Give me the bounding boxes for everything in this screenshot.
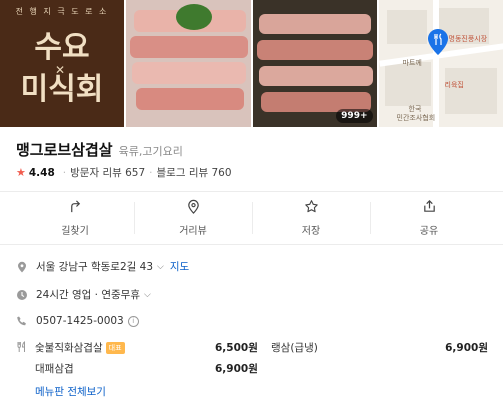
place-stats: ★ 4.48 · 방문자 리뷰 657 · 블로그 리뷰 760	[16, 165, 232, 180]
herb-garnish	[175, 4, 212, 30]
meat-slice	[257, 40, 373, 60]
meat-slice	[259, 66, 373, 86]
menu-item-name: 숯불직화삼겹살	[35, 342, 103, 354]
star-icon: ★	[16, 166, 26, 179]
menu-row-icon-wrap	[16, 341, 36, 353]
address-row: 서울 강남구 학동로2길 43 ⌵ 지도	[16, 259, 189, 274]
map-block	[444, 68, 497, 114]
clock-icon	[16, 289, 28, 301]
save-label: 저장	[301, 226, 321, 237]
map-label: 민간조사협회	[396, 114, 436, 122]
utensils-icon	[16, 341, 28, 353]
phone-number[interactable]: 0507-1425-0003	[36, 315, 124, 327]
info-icon[interactable]: i	[127, 315, 139, 327]
photo-count-badge: 999+	[336, 109, 373, 123]
action-bar: 길찾기 거리뷰 저장 공유	[16, 192, 488, 244]
logo-text-line1: 수요	[34, 30, 90, 65]
map-road	[432, 0, 439, 127]
blog-reviews-link[interactable]: 블로그 리뷰 760	[157, 165, 232, 180]
map-thumbnail[interactable]: 명동진풍시장 마트께 리육집 한국 민간조사협회	[378, 0, 503, 127]
menu-item-price: 6,900원	[445, 342, 488, 354]
menu-item[interactable]: 숯불직화삼겹살 대표	[35, 340, 125, 355]
menu-item-price: 6,900원	[215, 363, 258, 375]
meat-slice	[131, 62, 246, 84]
chevron-down-icon[interactable]: ⌵	[157, 262, 164, 272]
rating-value: 4.48	[28, 166, 55, 179]
meat-slice	[259, 14, 371, 34]
restaurant-logo-photo[interactable]: 전 행 지 극 도 로 소 수요 ✕ 미식회	[0, 0, 124, 127]
place-category: 육류,고기요리	[118, 145, 183, 158]
address-text[interactable]: 서울 강남구 학동로2길 43	[36, 259, 153, 274]
share-icon	[423, 200, 435, 212]
map-link[interactable]: 지도	[170, 259, 189, 274]
meat-photo-2[interactable]: 999+	[253, 0, 377, 127]
save-button[interactable]: 저장	[252, 192, 370, 244]
menu-item-name[interactable]: 랭삼(급냉)	[271, 340, 318, 355]
chevron-down-icon[interactable]: ⌵	[144, 290, 151, 300]
map-label: 마트께	[402, 59, 422, 67]
phone-row: 0507-1425-0003 i	[16, 315, 139, 327]
menu-item-row: 숯불직화삼겹살 대표 6,500원 랭삼(급냉) 6,900원	[35, 340, 490, 356]
street-view-label: 거리뷰	[179, 226, 207, 237]
logo-text-line2: 미식회	[20, 72, 104, 107]
place-title: 맹그로브삼겹살	[16, 141, 113, 159]
map-block	[384, 62, 431, 106]
separator-dot: ·	[149, 166, 153, 179]
location-icon	[16, 261, 28, 273]
directions-label: 길찾기	[61, 226, 89, 237]
place-header: 맹그로브삼겹살 육류,고기요리	[16, 139, 183, 160]
divider	[0, 244, 503, 245]
meat-photo-1[interactable]	[125, 0, 251, 127]
hours-row: 24시간 영업 · 연중무휴 ⌵	[16, 287, 151, 302]
share-label: 공유	[419, 226, 439, 237]
meat-slice	[129, 36, 248, 58]
menu-item-price: 6,500원	[215, 342, 258, 354]
full-menu-link[interactable]: 메뉴판 전체보기	[35, 384, 106, 399]
signature-badge: 대표	[105, 342, 125, 354]
photo-strip: 전 행 지 극 도 로 소 수요 ✕ 미식회 999+ 명동진풍시장 마트께 리…	[0, 0, 503, 127]
directions-icon	[70, 200, 80, 213]
map-label: 명동진풍시장	[448, 35, 488, 43]
meat-slice	[135, 88, 244, 110]
share-button[interactable]: 공유	[370, 192, 488, 244]
map-label: 리육집	[444, 81, 464, 89]
menu-item-name[interactable]: 대패삼겹	[35, 361, 74, 376]
star-outline-icon	[304, 200, 318, 213]
map-block	[386, 10, 427, 44]
directions-button[interactable]: 길찾기	[16, 192, 134, 244]
location-pin-icon	[187, 199, 199, 214]
visitor-reviews-link[interactable]: 방문자 리뷰 657	[70, 165, 145, 180]
phone-icon	[16, 315, 28, 327]
map-pin-icon[interactable]	[427, 28, 449, 56]
separator-dot: ·	[62, 166, 67, 179]
street-view-button[interactable]: 거리뷰	[134, 192, 252, 244]
hours-text[interactable]: 24시간 영업 · 연중무휴	[36, 287, 140, 302]
menu-item-row: 대패삼겹 6,900원	[35, 361, 490, 377]
